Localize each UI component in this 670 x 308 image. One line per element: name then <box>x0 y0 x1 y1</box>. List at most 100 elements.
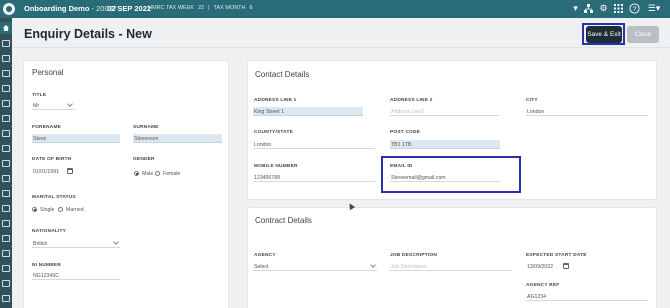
highlight-box <box>381 156 521 193</box>
mobile-input[interactable]: 123456789 <box>253 173 375 182</box>
menu-icon[interactable]: ☰▾ <box>645 3 663 14</box>
county-label: COUNTY/STATE <box>254 130 293 135</box>
tax-week-value: 22 <box>197 5 205 11</box>
forename-input[interactable]: Steve <box>32 134 120 143</box>
forename-label: FORENAME <box>32 125 62 130</box>
forename-value: Steve <box>33 136 47 142</box>
gender-male-label: Male <box>142 171 154 177</box>
mobile-value: 123456789 <box>254 175 280 181</box>
city-input[interactable]: London <box>526 107 648 116</box>
address-line2-label: ADDRESS LINE 2 <box>390 98 433 103</box>
tax-info: HMRC TAX WEEK 22 | TAX MONTH 6 <box>148 5 253 11</box>
job-description-label: JOB DESCRIPTION <box>390 253 437 258</box>
job-description-input[interactable]: Job Description <box>390 262 512 271</box>
nav-item-icon[interactable] <box>2 190 10 197</box>
nav-item-icon[interactable] <box>2 280 10 287</box>
calendar-icon[interactable] <box>563 263 569 269</box>
gender-label: GENDER <box>133 157 155 162</box>
nav-item-icon[interactable] <box>2 40 10 47</box>
title-select[interactable]: Mr <box>32 101 75 110</box>
marital-single-label: Single <box>40 207 55 213</box>
chevron-down-icon[interactable]: ▾ <box>570 3 581 14</box>
nav-item-icon[interactable] <box>2 175 10 182</box>
marital-single-radio[interactable] <box>32 207 37 212</box>
personal-card: Personal TITLE Mr FORENAME Steve SURNAME… <box>23 60 229 308</box>
highlight-box <box>582 23 625 45</box>
nav-item-icon[interactable] <box>2 160 10 167</box>
app-logo-icon[interactable] <box>3 3 15 15</box>
tax-month-label: TAX MONTH <box>213 5 246 11</box>
nationality-value: British <box>33 241 48 247</box>
title-label: TITLE <box>32 93 47 98</box>
side-nav-rail <box>0 18 12 308</box>
address-line1-label: ADDRESS LINE 1 <box>254 98 297 103</box>
surname-value: Stevenson <box>134 136 159 142</box>
nav-item-icon[interactable] <box>2 250 10 257</box>
tax-month-value: 6 <box>249 5 253 11</box>
close-button[interactable]: Close <box>627 26 659 43</box>
address-line2-input[interactable]: Address Line2 <box>390 107 499 116</box>
agency-ref-label: AGENCY REF <box>526 283 560 288</box>
nav-item-icon[interactable] <box>2 115 10 122</box>
surname-label: SURNAME <box>133 125 159 130</box>
org-name: Onboarding Demo <box>24 4 90 13</box>
nav-item-icon[interactable] <box>2 220 10 227</box>
agency-value: Select <box>254 264 269 270</box>
nav-item-icon[interactable] <box>2 55 10 62</box>
nav-item-icon[interactable] <box>2 295 10 302</box>
home-icon[interactable] <box>0 22 12 34</box>
surname-input[interactable]: Stevenson <box>133 134 222 143</box>
nationality-select[interactable]: British <box>32 239 120 248</box>
nav-item-icon[interactable] <box>2 205 10 212</box>
address-line1-value: King Street 1 <box>254 109 284 115</box>
postcode-label: POST CODE <box>390 130 421 135</box>
chevron-down-icon <box>370 262 376 268</box>
contract-card: Contract Details AGENCY Select JOB DESCR… <box>247 207 657 308</box>
county-value: London <box>254 142 272 148</box>
marital-status-label: MARITAL STATUS <box>32 195 76 200</box>
calendar-icon[interactable] <box>67 168 73 174</box>
nav-item-icon[interactable] <box>2 85 10 92</box>
address-line1-input[interactable]: King Street 1 <box>253 107 363 116</box>
address-line2-placeholder: Address Line2 <box>391 109 425 115</box>
agency-ref-input[interactable]: AG1234 <box>526 292 648 301</box>
marital-married-radio[interactable] <box>58 207 63 212</box>
dob-input[interactable]: 01/01/1991 <box>32 167 77 176</box>
org-selector[interactable]: Onboarding Demo - 20027 <box>24 4 117 13</box>
ni-number-input[interactable]: NG12345C <box>32 271 120 280</box>
marital-married-label: Married <box>66 207 84 213</box>
gear-icon[interactable]: ⚙ <box>598 3 609 14</box>
agency-select[interactable]: Select <box>253 262 377 271</box>
nav-item-icon[interactable] <box>2 70 10 77</box>
city-value: London <box>527 109 545 115</box>
job-description-placeholder: Job Description <box>391 264 427 270</box>
gender-female-radio[interactable] <box>155 171 160 176</box>
nav-item-icon[interactable] <box>2 265 10 272</box>
current-date: 02 SEP 2022 <box>107 4 152 13</box>
start-date-label: EXPECTED START DATE <box>526 253 587 258</box>
tax-week-label: HMRC TAX WEEK <box>148 5 194 11</box>
top-bar: Onboarding Demo - 20027 02 SEP 2022 HMRC… <box>0 0 670 18</box>
nav-item-icon[interactable] <box>2 100 10 107</box>
start-date-input[interactable]: 13/09/2022 <box>526 262 576 271</box>
svg-text:?: ? <box>633 6 637 13</box>
gender-female-label: Female <box>163 171 181 177</box>
page-title: Enquiry Details - New <box>24 27 152 41</box>
postcode-input[interactable]: TB1 1TB <box>390 140 500 149</box>
city-label: CITY <box>526 98 538 103</box>
nav-item-icon[interactable] <box>2 235 10 242</box>
personal-card-title: Personal <box>32 68 64 77</box>
help-icon[interactable]: ? <box>629 3 640 14</box>
nav-item-icon[interactable] <box>2 145 10 152</box>
apps-grid-icon[interactable] <box>613 3 624 14</box>
county-input[interactable]: London <box>253 140 375 149</box>
dob-label: DATE OF BIRTH <box>32 157 72 162</box>
gender-male-radio[interactable] <box>134 171 139 176</box>
org-chart-icon[interactable] <box>583 3 594 14</box>
contract-card-title: Contract Details <box>255 216 312 225</box>
chevron-down-icon <box>113 239 119 245</box>
agency-ref-value: AG1234 <box>527 294 547 300</box>
mobile-label: MOBILE NUMBER <box>254 164 298 169</box>
title-value: Mr <box>33 103 40 109</box>
nav-item-icon[interactable] <box>2 130 10 137</box>
